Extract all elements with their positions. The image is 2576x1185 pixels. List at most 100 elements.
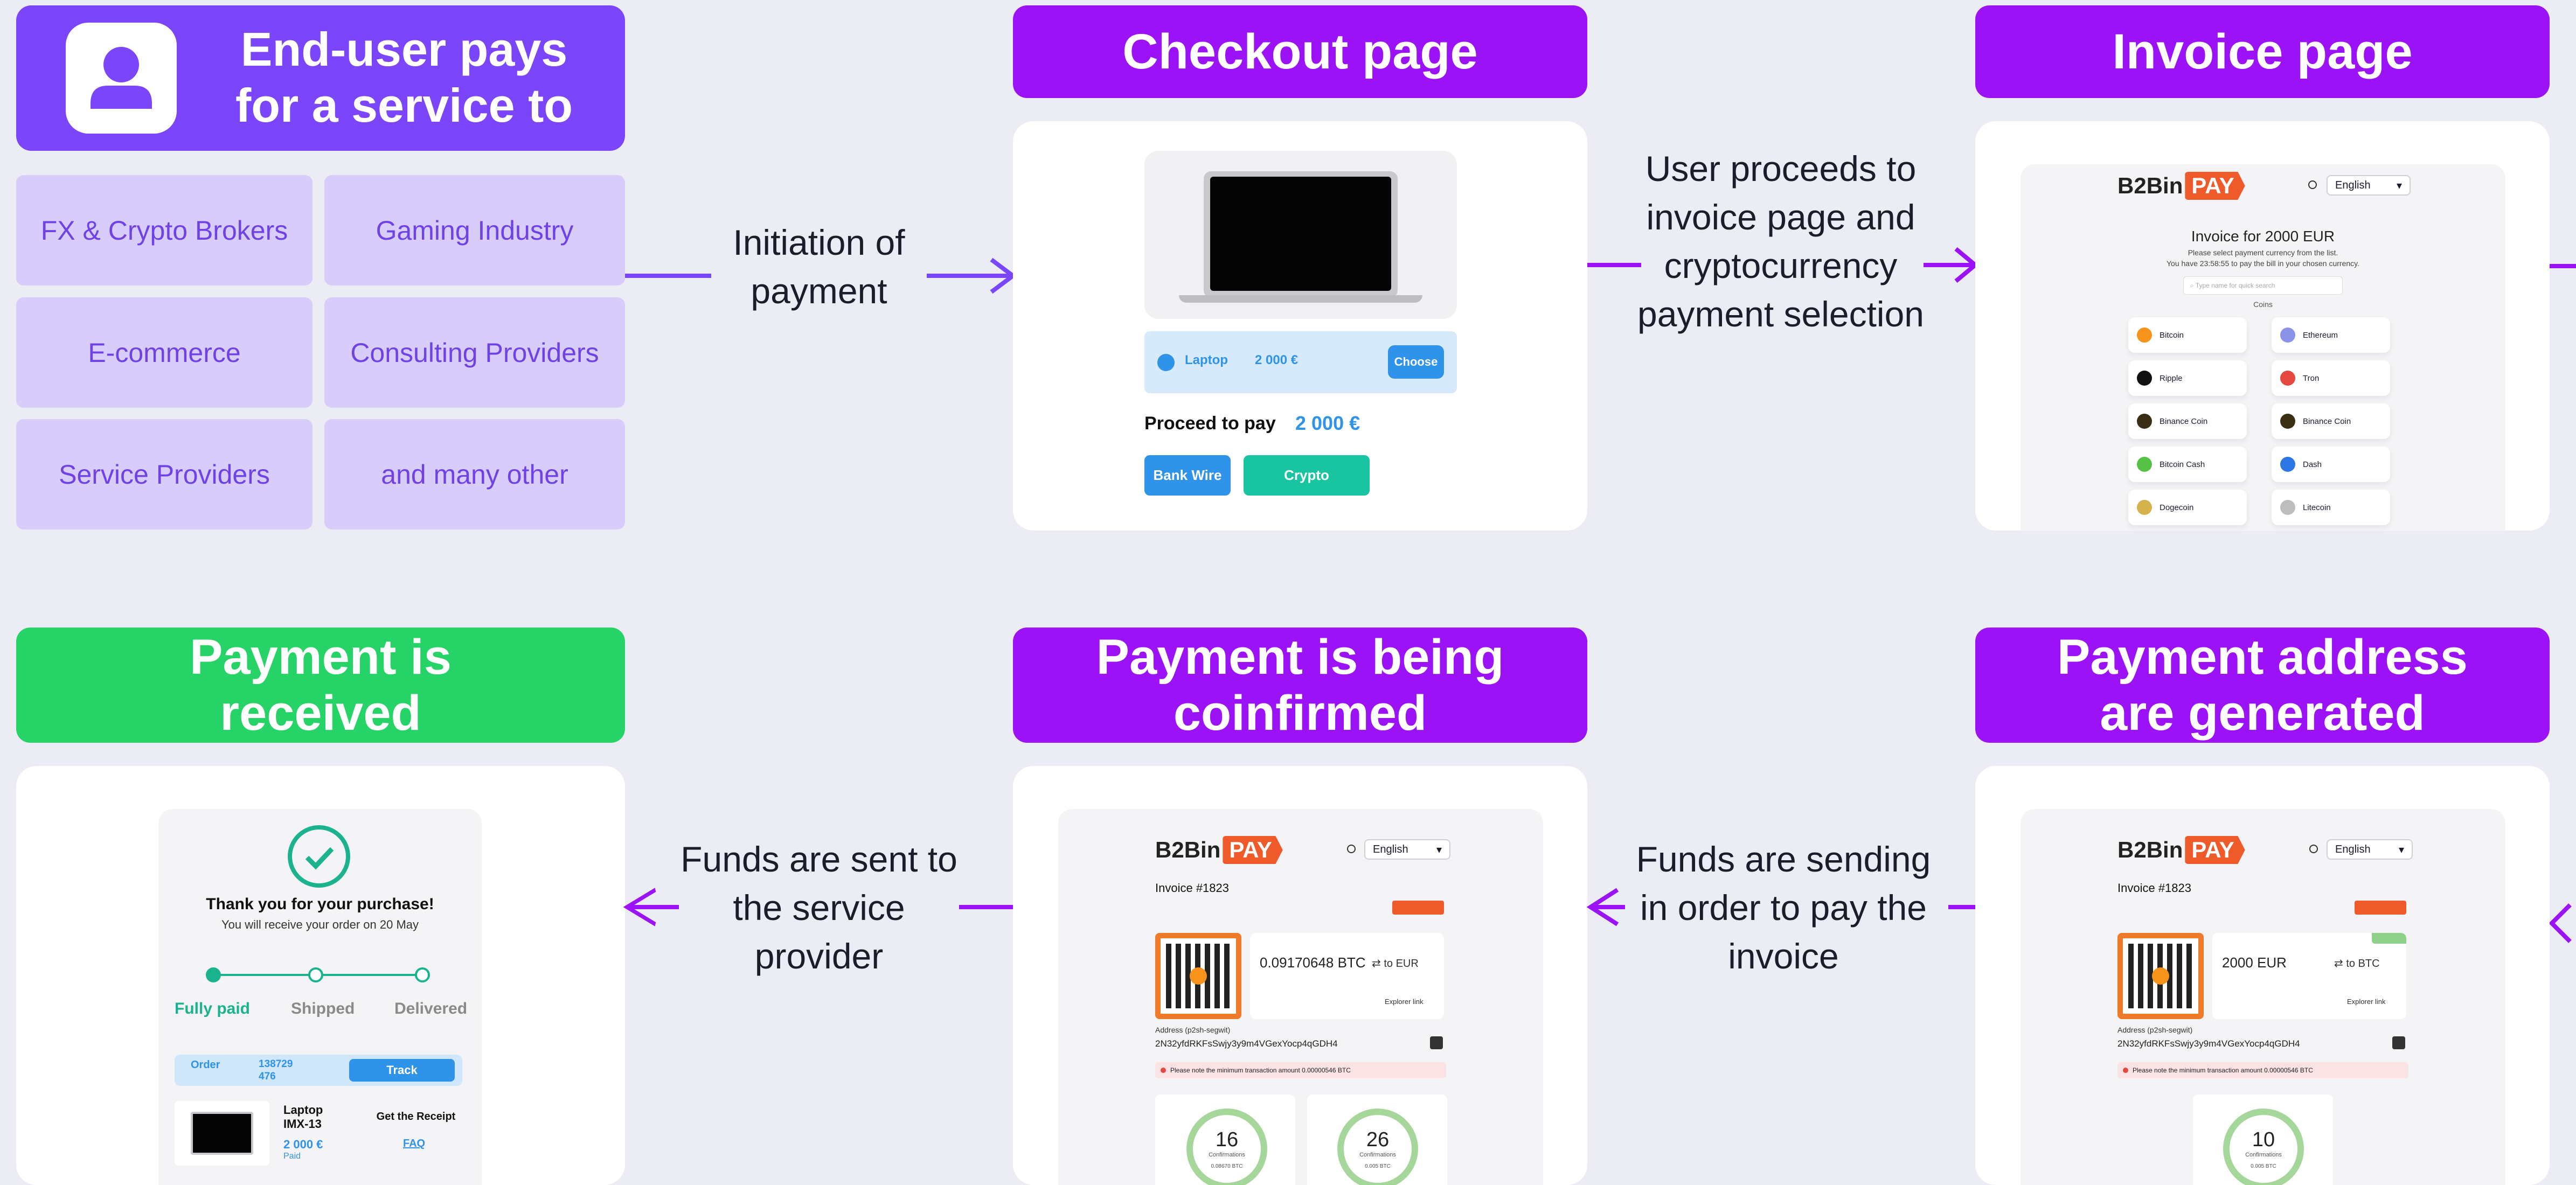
order-row: Order 138729 476 Track [175, 1055, 462, 1086]
tile-gaming: Gaming Industry [324, 175, 625, 285]
product-price: 2 000 € [1255, 353, 1299, 367]
help-icon[interactable] [2309, 845, 2318, 853]
address-value: 2N32yfdRKFsSwjy3y9m4VGexYocp4qGDH4 [2117, 1038, 2300, 1049]
laptop-image [1144, 151, 1457, 319]
coin-tron[interactable]: Tron [2272, 360, 2390, 396]
step-dot-shipped [308, 967, 323, 982]
convert-to: ⇄ to BTC [2334, 958, 2380, 970]
radio-icon[interactable] [1157, 354, 1175, 371]
track-button[interactable]: Track [349, 1059, 455, 1082]
coins-label: Coins [2253, 300, 2273, 309]
checkout-header: Checkout page [1013, 5, 1587, 98]
received-card: Thank you for your purchase! You will re… [16, 766, 625, 1185]
order-number: 138729 476 [259, 1058, 293, 1082]
confirming-card: B2Bin PAY English ▾ Invoice #1823 0.091706… [1013, 766, 1587, 1185]
caption-proceed: User proceeds to invoice page and crypto… [1637, 149, 1924, 334]
checkout-card: Laptop 2 000 € Choose Proceed to pay 2 0… [1013, 121, 1587, 531]
order-label: Order [191, 1059, 220, 1071]
coin-bitcoin-cash[interactable]: Bitcoin Cash [2128, 447, 2247, 482]
chevron-down-icon: ▾ [2396, 179, 2402, 192]
arrow-right-2-head [1924, 247, 1979, 283]
received-header: Payment is received [16, 628, 625, 743]
tile-service: Service Providers [16, 419, 313, 529]
b2binpay-logo: B2Bin PAY [2117, 836, 2245, 864]
copy-icon[interactable] [2392, 1036, 2405, 1049]
proceed-label: Proceed to pay [1144, 413, 1276, 434]
connector-right-edge [2550, 264, 2576, 268]
explorer-link[interactable]: Explorer link [2347, 998, 2386, 1006]
step-dot-paid [206, 967, 221, 982]
amount-value: 2000 EUR [2222, 954, 2287, 971]
caption-initiation: Initiation of payment [733, 222, 905, 311]
help-icon[interactable] [1347, 845, 1356, 853]
copy-icon[interactable] [1430, 1036, 1443, 1049]
bitcoin-icon [2152, 967, 2169, 985]
coin-bitcoin[interactable]: Bitcoin [2128, 317, 2247, 353]
thanks-title: Thank you for your purchase! [206, 895, 434, 913]
invoice-sub1: Please select payment currency from the … [2188, 248, 2338, 257]
language-select[interactable]: English ▾ [1364, 839, 1450, 860]
min-amount-note: Please note the minimum transaction amou… [1155, 1062, 1446, 1078]
search-input[interactable]: ⌕ Type name for quick search [2183, 276, 2343, 295]
qr-code [2117, 933, 2204, 1019]
received-mock: Thank you for your purchase! You will re… [158, 809, 482, 1185]
product-title: Laptop IMX-13 [283, 1103, 323, 1131]
status-badge [2355, 901, 2406, 915]
invoice-heading: Invoice for 2000 EUR [2191, 228, 2335, 245]
help-icon[interactable] [2308, 180, 2317, 189]
coin-litecoin[interactable]: Litecoin [2272, 490, 2390, 525]
invoice-number: Invoice #1823 [1155, 881, 1229, 895]
tile-ecommerce: E-commerce [16, 297, 313, 408]
check-circle-icon [288, 825, 350, 888]
tile-consulting: Consulting Providers [324, 297, 625, 408]
status-shipped: Shipped [291, 1000, 355, 1017]
coin-ripple[interactable]: Ripple [2128, 360, 2247, 396]
paid-label: Paid [283, 1152, 301, 1161]
address-label: Address (p2sh-segwit) [2117, 1026, 2193, 1034]
warning-icon [1161, 1068, 1166, 1073]
product-row: Laptop 2 000 € Choose [1144, 331, 1457, 393]
invoice-header: Invoice page [1975, 5, 2550, 98]
coin-binance-2[interactable]: Binance Coin [2272, 403, 2390, 439]
status-badge [1392, 901, 1444, 915]
language-select[interactable]: English ▾ [2327, 839, 2413, 860]
invoice-card: B2Bin PAY English ▾ Invoice for 2000 EUR P… [1975, 121, 2550, 531]
tile-fx-crypto: FX & Crypto Brokers [16, 175, 313, 285]
explorer-link[interactable]: Explorer link [1385, 998, 1424, 1006]
crypto-button[interactable]: Crypto [1244, 455, 1370, 496]
invoice-number: Invoice #1823 [2117, 881, 2191, 895]
caption-sent: Funds are sent to the service provider [681, 839, 957, 976]
conf-card: 10 Confirmations 0.005 BTC [2193, 1095, 2333, 1185]
conf-card-2: 26 Confirmations 0.005 BTC [1307, 1095, 1447, 1185]
b2binpay-logo: B2Bin PAY [2117, 172, 2245, 200]
confirming-header: Payment is being coinfirmed [1013, 628, 1587, 743]
caption-sending: Funds are sending in order to pay the in… [1636, 839, 1931, 976]
faq-link[interactable]: FAQ [403, 1138, 425, 1150]
chevron-down-icon: ▾ [1436, 844, 1442, 856]
amount-box: 2000 EUR ⇄ to BTC Explorer link [2212, 933, 2406, 1019]
invoice-sub2: You have 23:58:55 to pay the bill in you… [2166, 259, 2359, 268]
b2binpay-logo: B2Bin PAY [1155, 836, 1283, 864]
coin-dogecoin[interactable]: Dogecoin [2128, 490, 2247, 525]
receipt-button[interactable]: Get the Receipt [369, 1103, 463, 1130]
choose-button[interactable]: Choose [1388, 345, 1444, 379]
convert-to: ⇄ to EUR [1372, 958, 1419, 970]
confirmations-ring-1: 16 Confirmations 0.08670 BTC [1186, 1109, 1267, 1185]
delivery-note: You will receive your order on 20 May [221, 918, 419, 931]
amount-value: 0.09170648 BTC [1260, 954, 1366, 971]
arrow-in-from-right [2549, 903, 2572, 943]
min-amount-note: Please note the minimum transaction amou… [2117, 1062, 2408, 1078]
coin-ethereum[interactable]: Ethereum [2272, 317, 2390, 353]
confirmations-ring: 10 Confirmations 0.005 BTC [2223, 1109, 2304, 1185]
coin-dash[interactable]: Dash [2272, 447, 2390, 482]
bitcoin-icon [1190, 967, 1207, 985]
address-card: B2Bin PAY English ▾ Invoice #1823 2000 EUR… [1975, 766, 2550, 1185]
coin-binance-1[interactable]: Binance Coin [2128, 403, 2247, 439]
address-mock: B2Bin PAY English ▾ Invoice #1823 2000 EUR… [2020, 809, 2505, 1185]
address-header: Payment address are generated [1975, 628, 2550, 743]
address-label: Address (p2sh-segwit) [1155, 1026, 1231, 1034]
bank-wire-button[interactable]: Bank Wire [1144, 455, 1231, 496]
status-paid: Fully paid [175, 1000, 251, 1017]
language-select[interactable]: English ▾ [2327, 175, 2411, 196]
product-price: 2 000 € [283, 1138, 323, 1151]
